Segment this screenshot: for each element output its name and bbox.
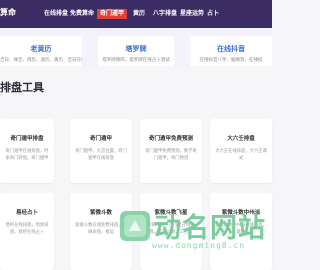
site-brand[interactable]: 算命	[0, 7, 16, 18]
section-title: 排盘工具	[0, 81, 44, 94]
card-title: 大六壬排盘	[227, 136, 255, 142]
nav-item-free[interactable]: 免费算命	[70, 9, 97, 19]
tool-card-qimen-paipan[interactable]: 奇门遁甲排盘 奇门遁甲在线排盘，时家奇门转盘，奇门遁甲	[0, 119, 54, 183]
watermark-text: 动名网站	[154, 213, 266, 244]
watermark: 动名网站	[120, 206, 266, 245]
card-desc: 奇门遁甲在线排盘，时家奇门转盘，奇门遁甲	[5, 149, 49, 161]
hero-card-desc: 在线抖音八字、姻缘等，在线掐	[199, 58, 263, 63]
hero-card-desc: 塔罗牌牌阵，塔罗牌在线占卜测试	[102, 58, 170, 63]
tool-card-yijing[interactable]: 易经占卜 易经在线排盘，周易排盘，易经在线占卜	[0, 193, 54, 270]
nav-menu: 在线排盘 免费算命 奇门遁甲 黄历 八字排盘 星座运势 占卜	[44, 9, 223, 19]
card-desc: 奇门遁甲免费预测，数字奇门遁甲，奇门预测	[145, 149, 197, 161]
watermark-logo-icon	[120, 210, 150, 241]
watermark-url: www.dongming8.cn	[152, 241, 246, 250]
tool-card-qimen-yuce[interactable]: 奇门遁甲免费预测 奇门遁甲免费预测，数字奇门遁甲，奇门预测	[140, 119, 202, 183]
nav-item-qimen[interactable]: 奇门遁甲	[97, 9, 127, 19]
card-title: 奇门遁甲排盘	[10, 136, 44, 142]
card-desc: 易经在线排盘，周易排盘，易经在线占卜	[5, 223, 49, 235]
hero-card-title: 老黄历	[30, 45, 52, 53]
card-title: 奇门遁甲免费预测	[148, 136, 193, 142]
nav-item-huangli[interactable]: 黄历	[133, 9, 153, 19]
card-desc: 奇门遁甲，九宫位置，奇门遁甲在线排盘	[75, 149, 127, 161]
hero-card-tarot[interactable]: 塔罗牌 塔罗牌牌阵，塔罗牌在线占卜测试	[98, 36, 174, 66]
hero-card-title: 塔罗牌	[125, 45, 147, 53]
nav-item-bazi[interactable]: 八字排盘	[153, 9, 180, 19]
hero-card-online[interactable]: 在线抖音 在线抖音八字、姻缘等，在线掐	[190, 36, 272, 66]
card-title: 易经占卜	[15, 210, 38, 216]
nav-item-pan[interactable]: 在线排盘	[44, 9, 70, 19]
tool-card-liuren[interactable]: 大六壬排盘 大六壬在线排盘，大六壬课式	[210, 119, 272, 183]
hero-card-title: 在线抖音	[217, 45, 245, 53]
nav-item-xingzuo[interactable]: 星座运势	[180, 9, 207, 19]
hero-card-desc: 吉日、择吉、佛历、道历、黄历、吉日在线查询	[0, 58, 82, 63]
nav-item-zhanbu[interactable]: 占卜	[207, 9, 223, 19]
card-desc: 大六壬在线排盘，大六壬课式	[215, 149, 267, 161]
hero-card-huangli[interactable]: 老黄历 吉日、择吉、佛历、道历、黄历、吉日在线查询	[0, 36, 82, 66]
top-navbar: 算命 在线排盘 免费算命 奇门遁甲 黄历 八字排盘 星座运势 占卜	[0, 0, 272, 28]
card-title: 奇门遁甲	[89, 136, 112, 142]
tool-card-qimen[interactable]: 奇门遁甲 奇门遁甲，九宫位置，奇门遁甲在线排盘	[70, 119, 132, 183]
